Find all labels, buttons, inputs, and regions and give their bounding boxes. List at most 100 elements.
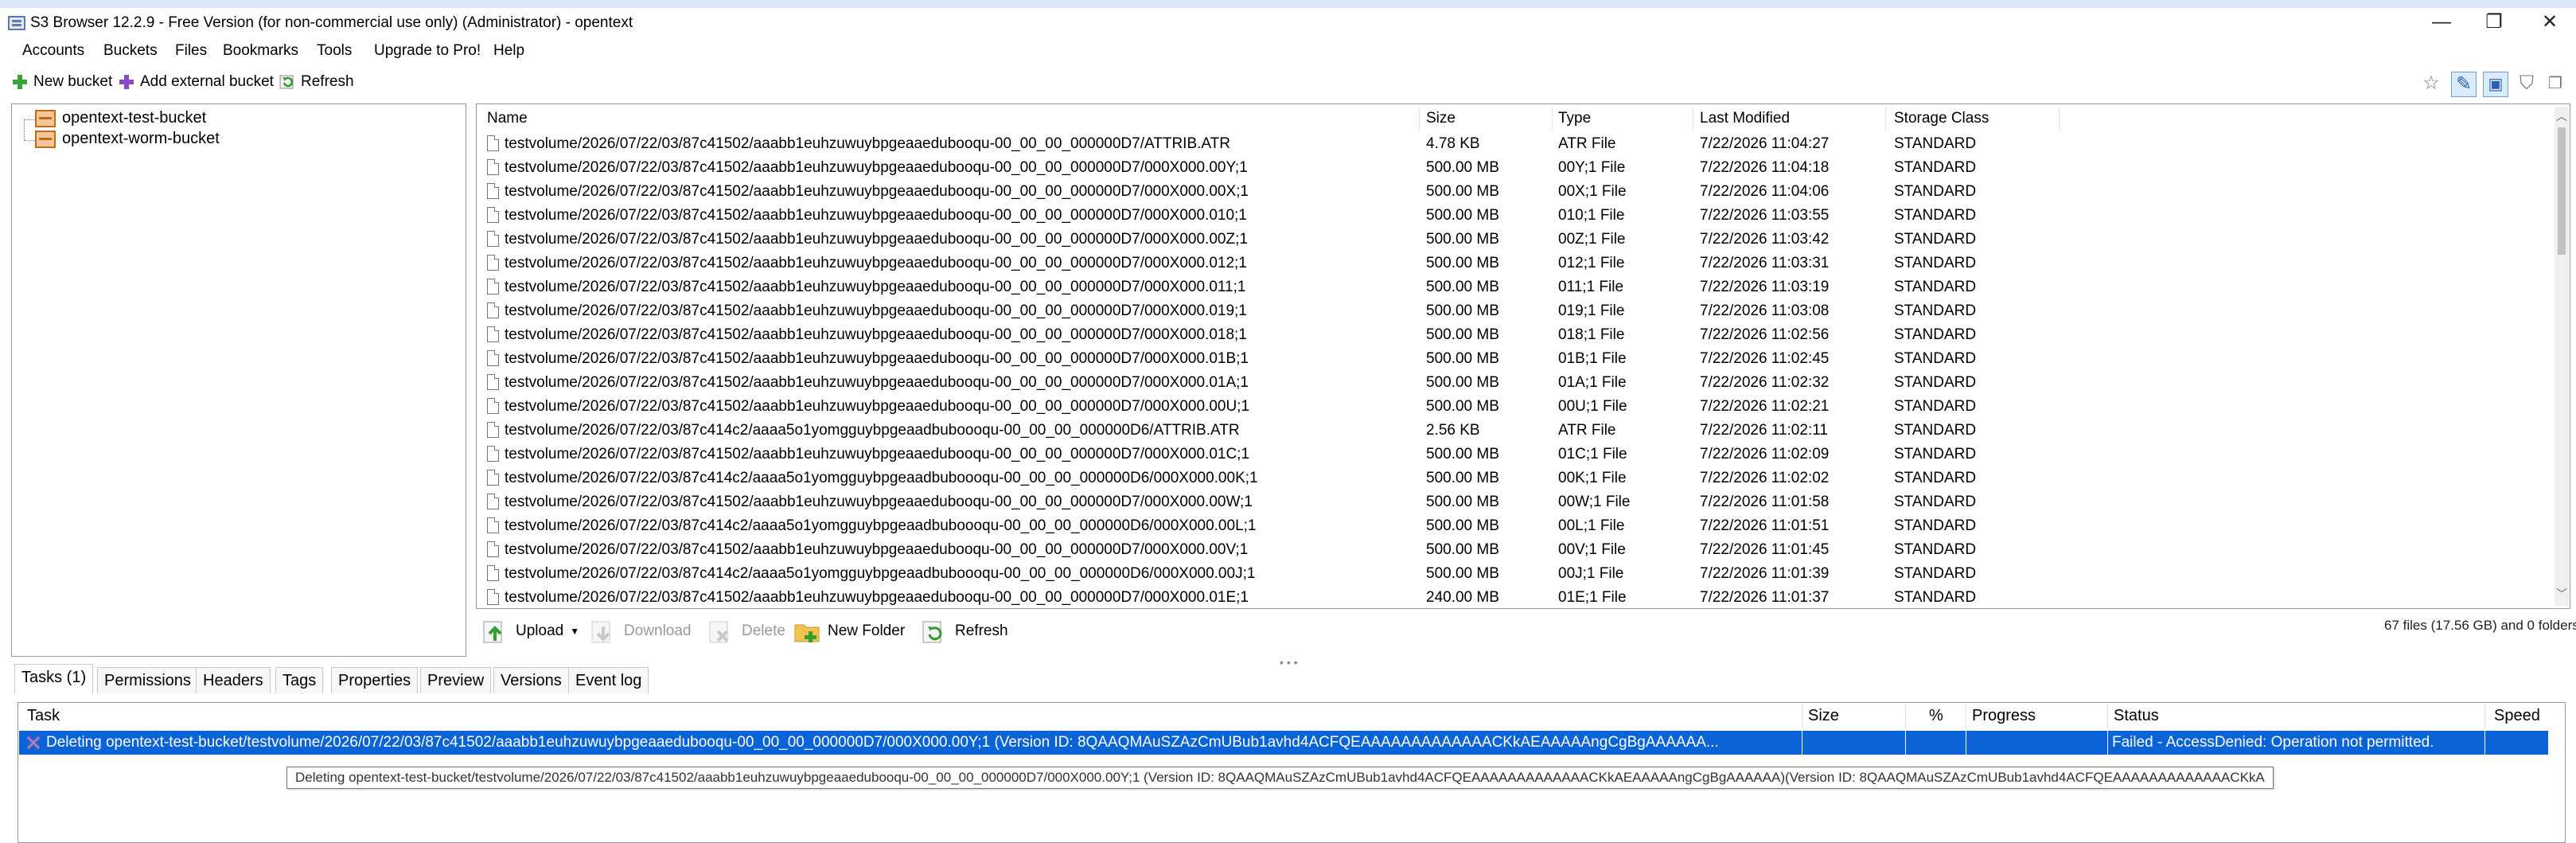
plus-icon xyxy=(13,75,27,89)
file-name: testvolume/2026/07/22/03/87c414c2/aaaa5o… xyxy=(505,565,1256,582)
column-separator[interactable] xyxy=(1905,704,1906,728)
scroll-up-arrow[interactable]: ︿ xyxy=(2556,108,2567,124)
tab-tags[interactable]: Tags xyxy=(275,667,324,693)
task-column-status[interactable]: Status xyxy=(2114,707,2159,725)
file-row[interactable]: testvolume/2026/07/22/03/87c41502/aaabb1… xyxy=(477,395,2551,419)
new-folder-button[interactable]: New Folder xyxy=(793,615,905,648)
tab-headers[interactable]: Headers xyxy=(196,667,271,693)
column-separator[interactable] xyxy=(2484,704,2485,728)
refresh-files-button[interactable]: Refresh xyxy=(920,615,1008,648)
task-column-progress[interactable]: Progress xyxy=(1972,707,2036,725)
tab-tasks[interactable]: Tasks (1) xyxy=(14,664,94,693)
file-size: 240.00 MB xyxy=(1426,589,1499,606)
menu-upgrade[interactable]: Upgrade to Pro! xyxy=(374,42,481,60)
column-storage-class[interactable]: Storage Class xyxy=(1894,110,1989,127)
menu-files[interactable]: Files xyxy=(175,42,207,60)
panel-icon[interactable]: ▣ xyxy=(2483,72,2508,97)
new-bucket-button[interactable]: New bucket xyxy=(11,73,112,91)
file-row[interactable]: testvolume/2026/07/22/03/87c41502/aaabb1… xyxy=(477,252,2551,275)
scroll-down-arrow[interactable]: ﹀ xyxy=(2556,586,2567,602)
file-row[interactable]: testvolume/2026/07/22/03/87c414c2/aaaa5o… xyxy=(477,419,2551,443)
file-row[interactable]: testvolume/2026/07/22/03/87c41502/aaabb1… xyxy=(477,490,2551,514)
file-row[interactable]: testvolume/2026/07/22/03/87c414c2/aaaa5o… xyxy=(477,514,2551,538)
file-row[interactable]: testvolume/2026/07/22/03/87c41502/aaabb1… xyxy=(477,443,2551,466)
menu-tools[interactable]: Tools xyxy=(317,42,352,60)
file-row[interactable]: testvolume/2026/07/22/03/87c41502/aaabb1… xyxy=(477,156,2551,180)
column-separator[interactable] xyxy=(1419,107,1420,131)
file-name: testvolume/2026/07/22/03/87c41502/aaabb1… xyxy=(505,350,1249,367)
menu-accounts[interactable]: Accounts xyxy=(22,42,84,60)
file-row[interactable]: testvolume/2026/07/22/03/87c41502/aaabb1… xyxy=(477,347,2551,371)
close-button[interactable]: ✕ xyxy=(2526,10,2574,35)
task-column-size[interactable]: Size xyxy=(1808,707,1839,725)
file-type: ATR File xyxy=(1558,135,1616,152)
file-row[interactable]: testvolume/2026/07/22/03/87c41502/aaabb1… xyxy=(477,180,2551,204)
file-size: 500.00 MB xyxy=(1426,398,1499,415)
file-row[interactable]: testvolume/2026/07/22/03/87c41502/aaabb1… xyxy=(477,323,2551,347)
scrollbar-thumb[interactable] xyxy=(2558,127,2566,255)
bucket-item[interactable]: opentext-worm-bucket xyxy=(35,130,220,148)
menu-help[interactable]: Help xyxy=(493,42,524,60)
task-column-percent[interactable]: % xyxy=(1929,707,1943,725)
file-icon xyxy=(487,446,499,462)
file-icon xyxy=(487,159,499,175)
upload-button[interactable]: Upload ▼ xyxy=(481,615,579,648)
star-icon[interactable]: ☆ xyxy=(2419,72,2443,96)
file-row[interactable]: testvolume/2026/07/22/03/87c41502/aaabb1… xyxy=(477,371,2551,395)
file-type: 00J;1 File xyxy=(1558,565,1624,582)
download-button[interactable]: Download xyxy=(589,615,692,648)
column-separator[interactable] xyxy=(2107,704,2108,728)
tab-properties[interactable]: Properties xyxy=(331,667,419,693)
refresh-buckets-button[interactable]: Refresh xyxy=(279,73,354,91)
file-size: 500.00 MB xyxy=(1426,470,1499,486)
panel-splitter[interactable]: ••• xyxy=(1280,656,1301,669)
file-type: 01A;1 File xyxy=(1558,374,1627,391)
column-last-modified[interactable]: Last Modified xyxy=(1700,110,1790,127)
task-column-speed[interactable]: Speed xyxy=(2494,707,2540,725)
file-row[interactable]: testvolume/2026/07/22/03/87c41502/aaabb1… xyxy=(477,538,2551,562)
file-size: 500.00 MB xyxy=(1426,541,1499,558)
file-row[interactable]: testvolume/2026/07/22/03/87c414c2/aaaa5o… xyxy=(477,562,2551,586)
minimize-button[interactable]: — xyxy=(2418,10,2465,35)
menu-bookmarks[interactable]: Bookmarks xyxy=(223,42,298,60)
add-external-bucket-button[interactable]: Add external bucket xyxy=(118,73,274,91)
file-row[interactable]: testvolume/2026/07/22/03/87c41502/aaabb1… xyxy=(477,204,2551,228)
file-row[interactable]: testvolume/2026/07/22/03/87c41502/aaabb1… xyxy=(477,275,2551,299)
column-separator[interactable] xyxy=(1885,107,1886,131)
menu-buckets[interactable]: Buckets xyxy=(103,42,158,60)
column-type[interactable]: Type xyxy=(1558,110,1591,127)
file-row[interactable]: testvolume/2026/07/22/03/87c41502/aaabb1… xyxy=(477,228,2551,252)
file-row[interactable]: testvolume/2026/07/22/03/87c41502/aaabb1… xyxy=(477,299,2551,323)
delete-button[interactable]: Delete xyxy=(707,615,785,648)
bucket-icon xyxy=(35,130,56,148)
edit-icon[interactable]: ✎ xyxy=(2451,72,2477,97)
tab-versions[interactable]: Versions xyxy=(493,667,569,693)
file-type: 00U;1 File xyxy=(1558,398,1627,415)
file-name: testvolume/2026/07/22/03/87c41502/aaabb1… xyxy=(505,279,1246,295)
column-size[interactable]: Size xyxy=(1426,110,1456,127)
file-storage-class: STANDARD xyxy=(1894,565,1977,582)
task-description: Deleting opentext-test-bucket/testvolume… xyxy=(46,734,1719,751)
task-row[interactable]: Deleting opentext-test-bucket/testvolume… xyxy=(19,731,2548,755)
maximize-button[interactable]: ❐ xyxy=(2470,10,2518,35)
column-name[interactable]: Name xyxy=(487,110,528,127)
app-icon xyxy=(8,16,25,30)
file-row[interactable]: testvolume/2026/07/22/03/87c41502/aaabb1… xyxy=(477,132,2551,156)
file-row[interactable]: testvolume/2026/07/22/03/87c414c2/aaaa5o… xyxy=(477,466,2551,490)
tab-event-log[interactable]: Event log xyxy=(568,667,649,693)
bucket-tree xyxy=(11,103,466,657)
tab-permissions[interactable]: Permissions xyxy=(97,667,198,693)
file-icon xyxy=(487,326,499,342)
file-icon xyxy=(487,207,499,223)
tab-preview[interactable]: Preview xyxy=(420,667,492,693)
file-icon xyxy=(487,422,499,438)
column-separator[interactable] xyxy=(1552,107,1553,131)
task-column-task[interactable]: Task xyxy=(27,707,60,725)
column-separator[interactable] xyxy=(2059,107,2060,131)
file-row[interactable]: testvolume/2026/07/22/03/87c41502/aaabb1… xyxy=(477,586,2551,610)
bucket-item[interactable]: opentext-test-bucket xyxy=(35,109,206,127)
filter-icon[interactable]: ⛉ xyxy=(2515,72,2539,96)
copy-icon[interactable]: ❐ xyxy=(2543,72,2567,96)
file-modified: 7/22/2026 11:02:02 xyxy=(1700,470,1830,486)
file-icon xyxy=(487,494,499,509)
